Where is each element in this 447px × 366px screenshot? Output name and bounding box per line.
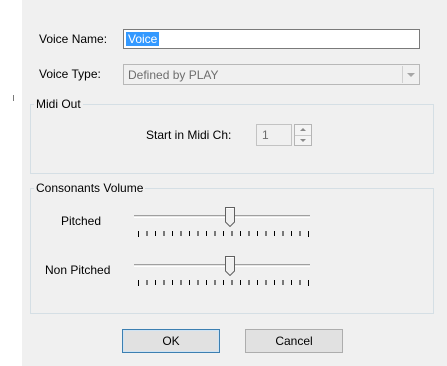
slider-track [134, 215, 310, 218]
voice-type-label: Voice Type: [39, 67, 101, 81]
voice-properties-dialog: Voice Name: Voice Voice Type: Defined by… [22, 0, 447, 366]
slider-ticks [138, 231, 308, 236]
slider-track [134, 264, 310, 267]
midi-out-title: Midi Out [34, 97, 83, 111]
start-midi-channel-value: 1 [262, 128, 269, 142]
slider-tick-max [308, 280, 309, 286]
slider-tick-min [138, 231, 139, 237]
non-pitched-label: Non Pitched [45, 263, 111, 277]
start-midi-channel-field[interactable]: 1 [256, 124, 292, 146]
start-midi-channel-label: Start in Midi Ch: [146, 128, 232, 142]
non-pitched-slider[interactable] [134, 256, 314, 290]
ok-button[interactable]: OK [122, 329, 220, 353]
chevron-down-icon[interactable] [295, 135, 311, 145]
voice-name-input[interactable]: Voice [123, 29, 420, 49]
pitched-label: Pitched [61, 214, 102, 228]
slider-thumb[interactable] [225, 207, 235, 227]
midi-out-group [30, 104, 434, 174]
start-midi-channel-spinner[interactable] [294, 124, 312, 146]
consonants-volume-title: Consonants Volume [34, 181, 146, 195]
chevron-down-icon[interactable] [402, 66, 418, 83]
slider-thumb[interactable] [225, 256, 235, 276]
slider-tick-max [308, 231, 309, 237]
cancel-button[interactable]: Cancel [245, 329, 343, 353]
pitched-slider[interactable] [134, 207, 314, 241]
voice-name-value: Voice [126, 32, 160, 46]
window-edge-mark [13, 95, 14, 101]
voice-type-select[interactable]: Defined by PLAY [123, 64, 420, 85]
voice-name-label: Voice Name: [39, 32, 108, 46]
slider-tick-min [138, 280, 139, 286]
voice-type-value: Defined by PLAY [128, 68, 219, 82]
slider-ticks [138, 280, 308, 285]
